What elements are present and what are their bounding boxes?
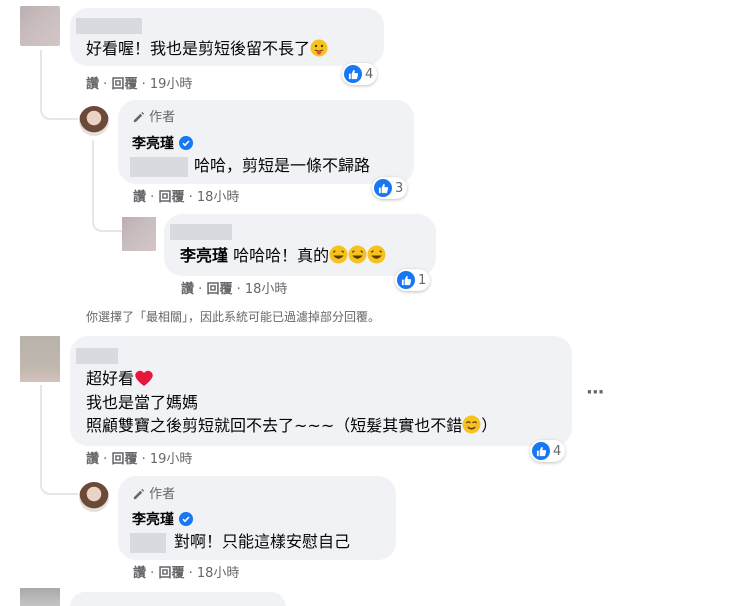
laughing-emoji-icon (367, 245, 386, 264)
verified-badge-icon (178, 512, 193, 526)
comment-actions: 讚 · 回覆 · 18小時 (133, 566, 240, 581)
like-button[interactable]: 讚 (133, 190, 146, 205)
thumbs-up-icon (397, 271, 415, 289)
pencil-icon (133, 488, 145, 500)
like-button[interactable]: 讚 (86, 452, 99, 467)
avatar[interactable] (122, 217, 156, 251)
like-button[interactable]: 讚 (133, 566, 146, 581)
reply-text: 對啊！只能這樣安慰自己 (174, 532, 351, 551)
timestamp[interactable]: 19小時 (150, 77, 193, 92)
thread-line-1 (40, 50, 78, 120)
like-count: 4 (365, 66, 374, 82)
comment-text-content: 好看喔！我也是剪短後留不長了 (86, 39, 311, 58)
like-count: 3 (395, 180, 404, 196)
like-button[interactable]: 讚 (181, 282, 194, 297)
timestamp[interactable]: 18小時 (197, 190, 240, 205)
reply-button[interactable]: 回覆 (206, 282, 232, 297)
avatar[interactable] (20, 6, 60, 46)
reaction-count[interactable]: 1 (395, 269, 431, 291)
author-avatar[interactable] (79, 106, 109, 136)
like-count: 1 (418, 272, 427, 288)
timestamp[interactable]: 18小時 (245, 282, 288, 297)
reply-button[interactable]: 回覆 (111, 452, 137, 467)
commenter-name-redacted[interactable] (76, 18, 142, 34)
reply-text: 哈哈，剪短是一條不歸路 (194, 156, 371, 175)
reaction-count[interactable]: 4 (342, 63, 378, 85)
reply-button[interactable]: 回覆 (111, 77, 137, 92)
comment-actions: 讚 · 回覆 · 19小時 (86, 452, 193, 467)
mention-redacted[interactable] (130, 157, 188, 177)
author-name[interactable]: 李亮瑾 (132, 135, 193, 153)
timestamp[interactable]: 19小時 (150, 452, 193, 467)
reaction-count[interactable]: 4 (530, 440, 566, 462)
commenter-name-redacted[interactable] (170, 224, 232, 240)
avatar[interactable] (20, 336, 60, 382)
reply-button[interactable]: 回覆 (158, 190, 184, 205)
like-count: 4 (553, 443, 562, 459)
laughing-emoji-icon (329, 245, 348, 264)
author-badge: 作者 (132, 110, 175, 126)
pencil-icon (133, 111, 145, 123)
reply-text: 李亮瑾 哈哈哈！真的 (180, 245, 386, 267)
mention-tag[interactable]: 李亮瑾 (180, 246, 228, 265)
red-heart-icon (135, 370, 153, 386)
thumbs-up-icon (344, 65, 362, 83)
author-badge: 作者 (132, 487, 175, 503)
commenter-name-redacted[interactable] (76, 348, 118, 364)
comment-line-1: 超好看 (86, 368, 154, 390)
laughing-emoji-icon (348, 245, 367, 264)
avatar[interactable] (20, 588, 60, 606)
author-avatar[interactable] (79, 482, 109, 512)
comment-bubble (70, 592, 286, 606)
mention-redacted[interactable] (130, 533, 166, 553)
timestamp[interactable]: 18小時 (197, 566, 240, 581)
tongue-emoji-icon (310, 39, 328, 57)
verified-badge-icon (178, 136, 193, 150)
reply-button[interactable]: 回覆 (158, 566, 184, 581)
filter-notice: 你選擇了「最相關」，因此系統可能已過濾掉部分回覆。 (86, 310, 381, 324)
thumbs-up-icon (532, 442, 550, 460)
more-options-button[interactable]: ··· (586, 382, 604, 403)
comment-actions: 讚 · 回覆 · 18小時 (181, 282, 288, 297)
author-name[interactable]: 李亮瑾 (132, 511, 193, 529)
like-button[interactable]: 讚 (86, 77, 99, 92)
smiling-emoji-icon (462, 415, 481, 434)
comment-actions: 讚 · 回覆 · 18小時 (133, 190, 240, 205)
reaction-count[interactable]: 3 (372, 177, 408, 199)
comment-line-3: 照顧雙寶之後剪短就回不去了~~~（短髮其實也不錯） (86, 415, 498, 435)
comment-line-2: 我也是當了媽媽 (86, 393, 199, 412)
thumbs-up-icon (374, 179, 392, 197)
comment-text: 好看喔！我也是剪短後留不長了 (86, 38, 328, 60)
comment-actions: 讚 · 回覆 · 19小時 (86, 77, 193, 92)
